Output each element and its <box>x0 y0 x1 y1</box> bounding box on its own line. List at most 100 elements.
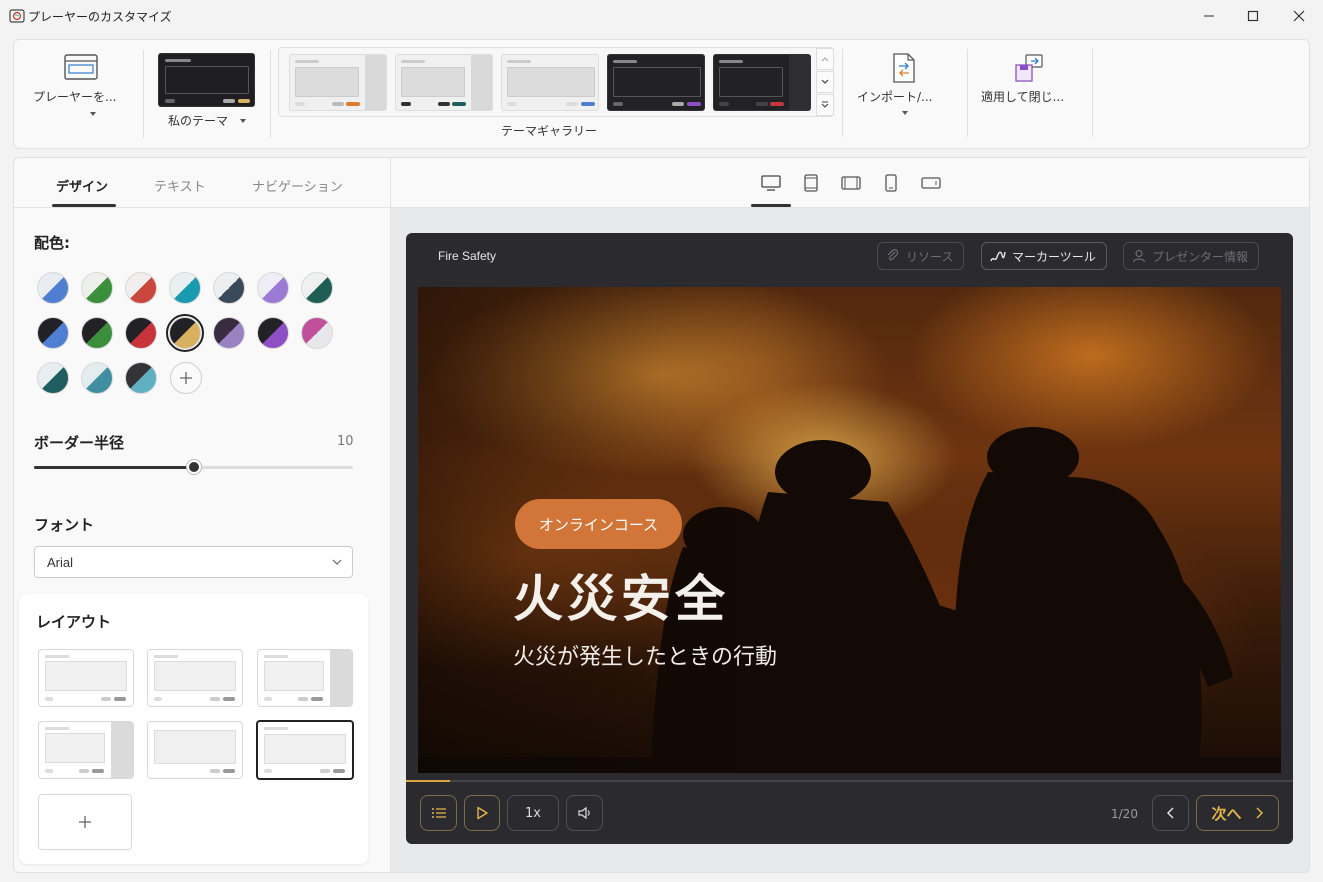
layout-option-1[interactable] <box>38 649 134 707</box>
ribbon-divider <box>143 50 144 138</box>
add-color-button[interactable] <box>170 362 202 394</box>
colors-title: 配色: <box>34 234 70 252</box>
chevron-down-icon <box>902 111 908 115</box>
my-theme-label: 私のテーマ <box>168 114 229 128</box>
player-button[interactable]: プレーヤーを... <box>28 40 140 148</box>
slide-title: 火災安全 <box>513 570 729 628</box>
color-swatch[interactable] <box>213 272 245 304</box>
next-button[interactable]: 次へ <box>1196 795 1279 831</box>
course-title: Fire Safety <box>438 249 497 263</box>
phone-landscape-icon[interactable] <box>921 174 941 192</box>
layout-section: レイアウト <box>19 594 368 864</box>
border-radius-title: ボーダー半径 <box>34 434 125 452</box>
close-button[interactable] <box>1276 0 1322 32</box>
tablet-portrait-icon[interactable] <box>801 174 821 192</box>
gallery-theme-1[interactable] <box>289 54 387 111</box>
marker-tool-button[interactable]: マーカーツール <box>981 242 1107 270</box>
my-theme-thumbnail <box>158 53 255 107</box>
color-swatch[interactable] <box>125 317 157 349</box>
color-swatch[interactable] <box>81 272 113 304</box>
color-swatch[interactable] <box>301 272 333 304</box>
color-swatch[interactable] <box>301 317 333 349</box>
slider-fill <box>34 466 194 469</box>
marker-squiggle-icon <box>990 251 1006 262</box>
layout-option-4[interactable] <box>38 721 134 779</box>
apply-close-button[interactable]: 適用して閉じ... <box>976 39 1082 147</box>
slider-handle[interactable] <box>186 460 201 474</box>
tab-design[interactable]: デザイン <box>56 176 108 195</box>
ribbon-divider <box>842 49 843 137</box>
play-button[interactable] <box>464 795 500 831</box>
course-badge: オンラインコース <box>515 499 682 549</box>
gallery-expand[interactable] <box>816 94 834 116</box>
resources-button[interactable]: リソース <box>877 242 965 270</box>
color-swatch[interactable] <box>213 317 245 349</box>
add-layout-button[interactable] <box>38 794 132 850</box>
layout-option-5[interactable] <box>147 721 243 779</box>
chevron-down-icon <box>821 79 829 84</box>
list-icon <box>431 808 446 818</box>
color-swatch[interactable] <box>81 362 113 394</box>
gallery-scroll-down[interactable] <box>816 71 834 93</box>
color-swatch[interactable] <box>257 272 289 304</box>
resources-label: リソース <box>906 249 954 264</box>
color-swatch[interactable] <box>37 362 69 394</box>
presenter-info-button[interactable]: プレゼンター情報 <box>1123 242 1260 270</box>
player-header: Fire Safety リソース マーカーツール プレゼンター情報 <box>406 233 1293 279</box>
phone-portrait-icon[interactable] <box>881 174 901 192</box>
font-title: フォント <box>34 516 95 534</box>
minimize-button[interactable] <box>1186 0 1232 32</box>
desktop-icon[interactable] <box>761 174 781 192</box>
progress-fill <box>406 780 451 782</box>
color-swatch[interactable] <box>37 317 69 349</box>
font-select[interactable]: Arial <box>34 546 353 578</box>
marker-tool-label: マーカーツール <box>1012 249 1096 264</box>
gallery-scroll-up[interactable] <box>816 48 834 70</box>
color-swatch[interactable] <box>125 362 157 394</box>
layout-option-6[interactable] <box>256 720 354 780</box>
my-theme-button[interactable]: 私のテーマ <box>154 40 259 148</box>
color-swatch[interactable] <box>81 317 113 349</box>
close-icon <box>1293 10 1305 22</box>
chevron-down-icon <box>240 119 246 123</box>
progress-bar[interactable] <box>406 780 1293 782</box>
chevron-down-icon <box>90 112 96 116</box>
color-swatch[interactable] <box>169 272 201 304</box>
tablet-landscape-icon[interactable] <box>841 174 861 192</box>
previous-button[interactable] <box>1152 795 1189 831</box>
maximize-button[interactable] <box>1230 0 1276 32</box>
save-close-icon <box>1015 54 1043 82</box>
gallery-theme-4[interactable] <box>607 54 705 111</box>
volume-button[interactable] <box>566 795 603 831</box>
layout-option-2[interactable] <box>147 649 243 707</box>
color-swatch[interactable] <box>37 272 69 304</box>
border-radius-slider[interactable] <box>34 460 353 474</box>
next-label: 次へ <box>1211 804 1242 823</box>
gallery-theme-5[interactable] <box>713 54 811 111</box>
import-export-button[interactable]: インポート/... <box>852 39 956 147</box>
presenter-info-label: プレゼンター情報 <box>1152 249 1249 264</box>
slide-subtitle: 火災が発生したときの行動 <box>513 645 778 670</box>
paperclip-icon <box>887 249 899 261</box>
layout-option-3[interactable] <box>257 649 353 707</box>
app-palette-icon <box>9 9 25 23</box>
color-swatch[interactable] <box>257 317 289 349</box>
layout-title: レイアウト <box>36 613 112 631</box>
playback-speed-button[interactable]: 1x <box>507 795 559 831</box>
menu-button[interactable] <box>420 795 457 831</box>
active-device-indicator <box>751 204 791 207</box>
user-icon <box>1132 249 1146 263</box>
active-tab-indicator <box>52 204 116 207</box>
player-preview: Fire Safety リソース マーカーツール プレゼンター情報 オンラインコ… <box>406 233 1293 844</box>
import-export-icon <box>893 53 915 83</box>
page-counter: 1/20 <box>1111 807 1138 821</box>
chevron-up-icon <box>821 57 829 62</box>
tab-text[interactable]: テキスト <box>154 176 206 195</box>
color-swatch[interactable] <box>166 314 204 352</box>
gallery-theme-2[interactable] <box>395 54 493 111</box>
tab-navigation[interactable]: ナビゲーション <box>252 176 343 195</box>
settings-tabs: デザイン テキスト ナビゲーション <box>14 158 390 208</box>
gallery-theme-3[interactable] <box>501 54 599 111</box>
player-button-label: プレーヤーを... <box>33 90 117 104</box>
color-swatch[interactable] <box>125 272 157 304</box>
